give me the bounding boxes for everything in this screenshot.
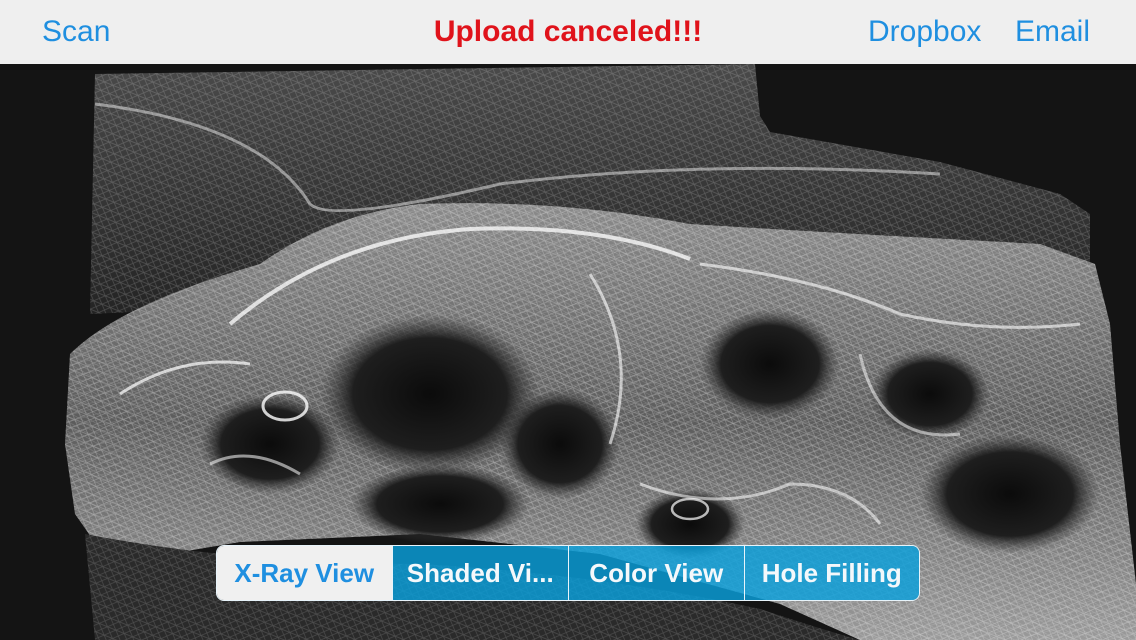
scan-button[interactable]: Scan	[42, 10, 110, 54]
email-button[interactable]: Email	[1015, 10, 1090, 54]
view-mode-segmented-control: X-Ray View Shaded Vi... Color View Hole …	[216, 545, 920, 601]
segment-hole-filling[interactable]: Hole Filling	[743, 546, 919, 600]
segment-color-view[interactable]: Color View	[568, 546, 744, 600]
dropbox-button[interactable]: Dropbox	[868, 10, 981, 54]
segment-shaded-view[interactable]: Shaded Vi...	[391, 546, 568, 600]
navigation-bar: Scan Upload canceled!!! Dropbox Email	[0, 0, 1136, 64]
segment-xray-view[interactable]: X-Ray View	[217, 546, 392, 600]
scan-viewer-screen: Scan Upload canceled!!! Dropbox Email X-…	[0, 0, 1136, 640]
